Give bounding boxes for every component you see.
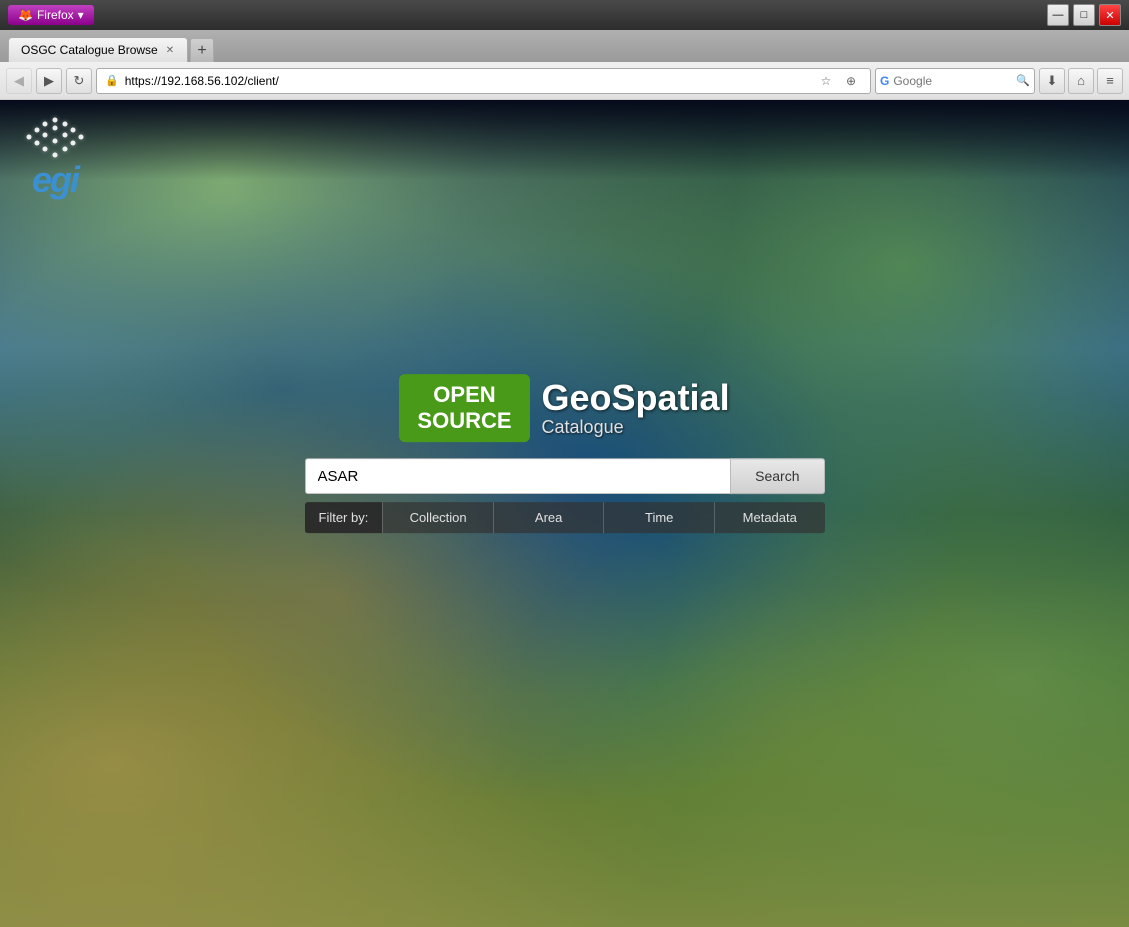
browser-search-bar: G 🔍 bbox=[875, 68, 1035, 94]
filter-collection-button[interactable]: Collection bbox=[382, 502, 493, 533]
minimize-button[interactable]: — bbox=[1047, 4, 1069, 26]
egi-logo: egi bbox=[15, 115, 95, 198]
search-area: Search Filter by: Collection Area Time M… bbox=[305, 458, 825, 533]
opensource-badge: OPEN SOURCE bbox=[399, 374, 529, 443]
main-search-input[interactable] bbox=[305, 458, 731, 494]
bookmark-fill-icon[interactable]: ⊕ bbox=[840, 70, 862, 92]
firefox-logo-icon: 🦊 bbox=[18, 8, 33, 22]
tab-close-button[interactable]: ✕ bbox=[166, 45, 174, 56]
active-tab[interactable]: OSGC Catalogue Browse ✕ bbox=[8, 37, 188, 62]
google-logo: G bbox=[876, 74, 893, 88]
app-title: GeoSpatial bbox=[542, 378, 730, 418]
filter-bar: Filter by: Collection Area Time Metadata bbox=[305, 502, 825, 533]
browser-search-input[interactable] bbox=[893, 74, 1012, 88]
menu-button[interactable]: ≡ bbox=[1097, 68, 1123, 94]
app-logo: OPEN SOURCE GeoSpatial Catalogue bbox=[399, 374, 729, 443]
search-button[interactable]: Search bbox=[730, 458, 824, 494]
firefox-dropdown-icon: ▾ bbox=[78, 8, 84, 22]
center-content: OPEN SOURCE GeoSpatial Catalogue Search … bbox=[305, 374, 825, 534]
back-button[interactable]: ◀ bbox=[6, 68, 32, 94]
egi-dots-icon bbox=[15, 115, 95, 160]
title-bar: 🦊 Firefox ▾ — □ ✕ bbox=[0, 0, 1129, 30]
badge-line2: SOURCE bbox=[417, 408, 511, 434]
close-button[interactable]: ✕ bbox=[1099, 4, 1121, 26]
nav-bar: ◀ ▶ ↻ 🔒 ☆ ⊕ G 🔍 ⬇ ⌂ ≡ bbox=[0, 62, 1129, 100]
earth-background: egi OPEN SOURCE GeoSpatial Catalogue Sea… bbox=[0, 100, 1129, 927]
ssl-lock-icon: 🔒 bbox=[105, 74, 119, 87]
window-controls: — □ ✕ bbox=[1047, 4, 1121, 26]
maximize-button[interactable]: □ bbox=[1073, 4, 1095, 26]
filter-time-button[interactable]: Time bbox=[603, 502, 714, 533]
address-input[interactable] bbox=[125, 74, 809, 88]
download-button[interactable]: ⬇ bbox=[1039, 68, 1065, 94]
tab-label: OSGC Catalogue Browse bbox=[21, 43, 158, 57]
egi-text-label: egi bbox=[32, 162, 78, 198]
home-button[interactable]: ⌂ bbox=[1068, 68, 1094, 94]
browser-chrome: 🦊 Firefox ▾ — □ ✕ OSGC Catalogue Browse … bbox=[0, 0, 1129, 100]
firefox-menu-button[interactable]: 🦊 Firefox ▾ bbox=[8, 5, 94, 25]
content-area: egi OPEN SOURCE GeoSpatial Catalogue Sea… bbox=[0, 100, 1129, 927]
forward-button[interactable]: ▶ bbox=[36, 68, 62, 94]
badge-line1: OPEN bbox=[417, 382, 511, 408]
firefox-label: Firefox bbox=[37, 8, 74, 22]
geospatial-text: GeoSpatial Catalogue bbox=[542, 378, 730, 439]
bookmark-icon[interactable]: ☆ bbox=[815, 70, 837, 92]
browser-search-icon[interactable]: 🔍 bbox=[1012, 74, 1034, 87]
address-bar-right: ☆ ⊕ bbox=[815, 70, 862, 92]
nav-extra-buttons: ⬇ ⌂ ≡ bbox=[1039, 68, 1123, 94]
tab-bar: OSGC Catalogue Browse ✕ + bbox=[0, 30, 1129, 62]
address-bar: 🔒 ☆ ⊕ bbox=[96, 68, 871, 94]
app-subtitle: Catalogue bbox=[542, 417, 730, 438]
filter-metadata-button[interactable]: Metadata bbox=[714, 502, 825, 533]
search-row: Search bbox=[305, 458, 825, 494]
new-tab-button[interactable]: + bbox=[190, 38, 214, 62]
refresh-button[interactable]: ↻ bbox=[66, 68, 92, 94]
filter-label: Filter by: bbox=[305, 502, 383, 533]
filter-area-button[interactable]: Area bbox=[493, 502, 604, 533]
